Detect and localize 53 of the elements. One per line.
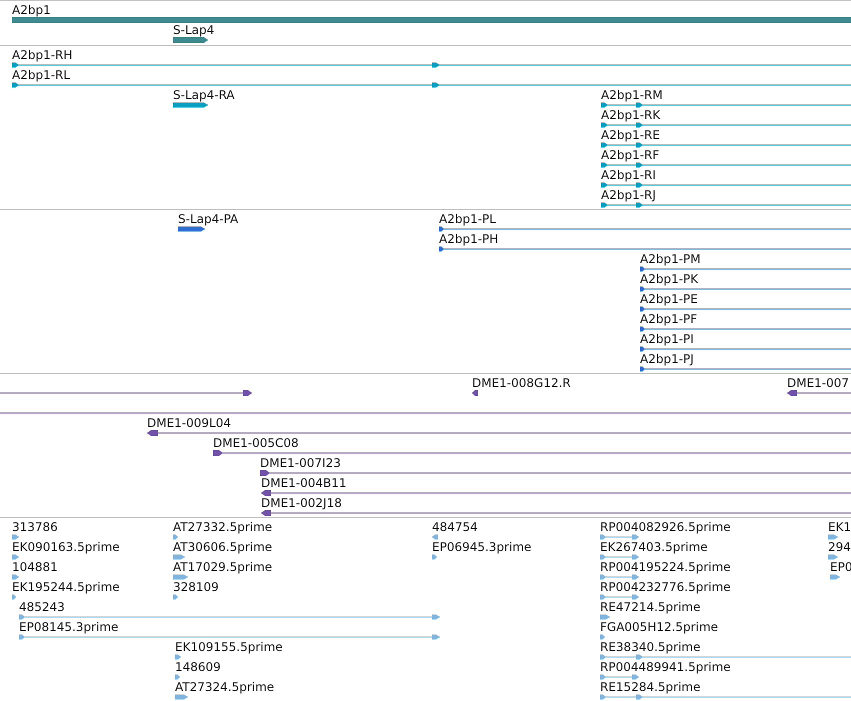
feature-label: 313786 <box>12 521 58 534</box>
feature-label: 484754 <box>432 521 478 534</box>
feature-label: A2bp1-RE <box>601 129 660 142</box>
feature-label: DME1-007 <box>787 377 850 390</box>
feature-label: RP004489941.5prime <box>600 661 731 674</box>
feature-label: S-Lap4 <box>173 24 214 37</box>
feature-label: A2bp1 <box>12 4 51 17</box>
feature-label: A2bp1-PI <box>640 333 694 346</box>
feature-label: EK1 <box>828 521 851 534</box>
feature-label: DME1-004B11 <box>261 477 347 490</box>
feature-label: A2bp1-PJ <box>640 353 694 366</box>
feature-label: EK195244.5prime <box>12 581 120 594</box>
feature-label: 294 <box>828 541 851 554</box>
feature-label: RP004232776.5prime <box>600 581 731 594</box>
feature-label: EK109155.5prime <box>175 641 283 654</box>
feature-label: A2bp1-PE <box>640 293 698 306</box>
feature-label: A2bp1-RM <box>601 89 663 102</box>
feature-label: DME1-005C08 <box>213 437 299 450</box>
feature-label: A2bp1-RH <box>12 49 72 62</box>
feature-label: A2bp1-RL <box>12 69 70 82</box>
feature-label: DME1-009L04 <box>147 417 231 430</box>
feature-label: FGA005H12.5prime <box>600 621 718 634</box>
feature-label: S-Lap4-PA <box>178 213 238 226</box>
feature-label: DME1-002J18 <box>261 497 342 510</box>
feature-label: EK090163.5prime <box>12 541 120 554</box>
feature-label: RE38340.5prime <box>600 641 700 654</box>
feature-label: A2bp1-RF <box>601 149 660 162</box>
feature-label: AT27332.5prime <box>173 521 272 534</box>
feature-label: A2bp1-RI <box>601 169 656 182</box>
feature-label: A2bp1-RJ <box>601 189 656 202</box>
feature-label: S-Lap4-RA <box>173 89 235 102</box>
feature-label: A2bp1-RK <box>601 109 660 122</box>
feature-label: A2bp1-PH <box>439 233 498 246</box>
feature-label: A2bp1-PF <box>640 313 698 326</box>
feature-label: A2bp1-PL <box>439 213 496 226</box>
feature-label: 148609 <box>175 661 221 674</box>
feature-label: DME1-008G12.R <box>472 377 571 390</box>
feature-label: AT27324.5prime <box>175 681 274 694</box>
feature-label: A2bp1-PM <box>640 253 701 266</box>
feature-label: RE15284.5prime <box>600 681 700 694</box>
feature-label: EK267403.5prime <box>600 541 708 554</box>
feature-label: 328109 <box>173 581 219 594</box>
feature-label: AT30606.5prime <box>173 541 272 554</box>
feature-label: RE47214.5prime <box>600 601 700 614</box>
feature-label: 104881 <box>12 561 58 574</box>
feature-label: RP004195224.5prime <box>600 561 731 574</box>
feature-label: AT17029.5prime <box>173 561 272 574</box>
feature-label: 485243 <box>19 601 65 614</box>
feature-label: DME1-007I23 <box>260 457 341 470</box>
feature-label: A2bp1-PK <box>640 273 698 286</box>
feature-label: RP004082926.5prime <box>600 521 731 534</box>
feature-label: EP06945.3prime <box>432 541 532 554</box>
feature-label: EP08145.3prime <box>19 621 118 634</box>
